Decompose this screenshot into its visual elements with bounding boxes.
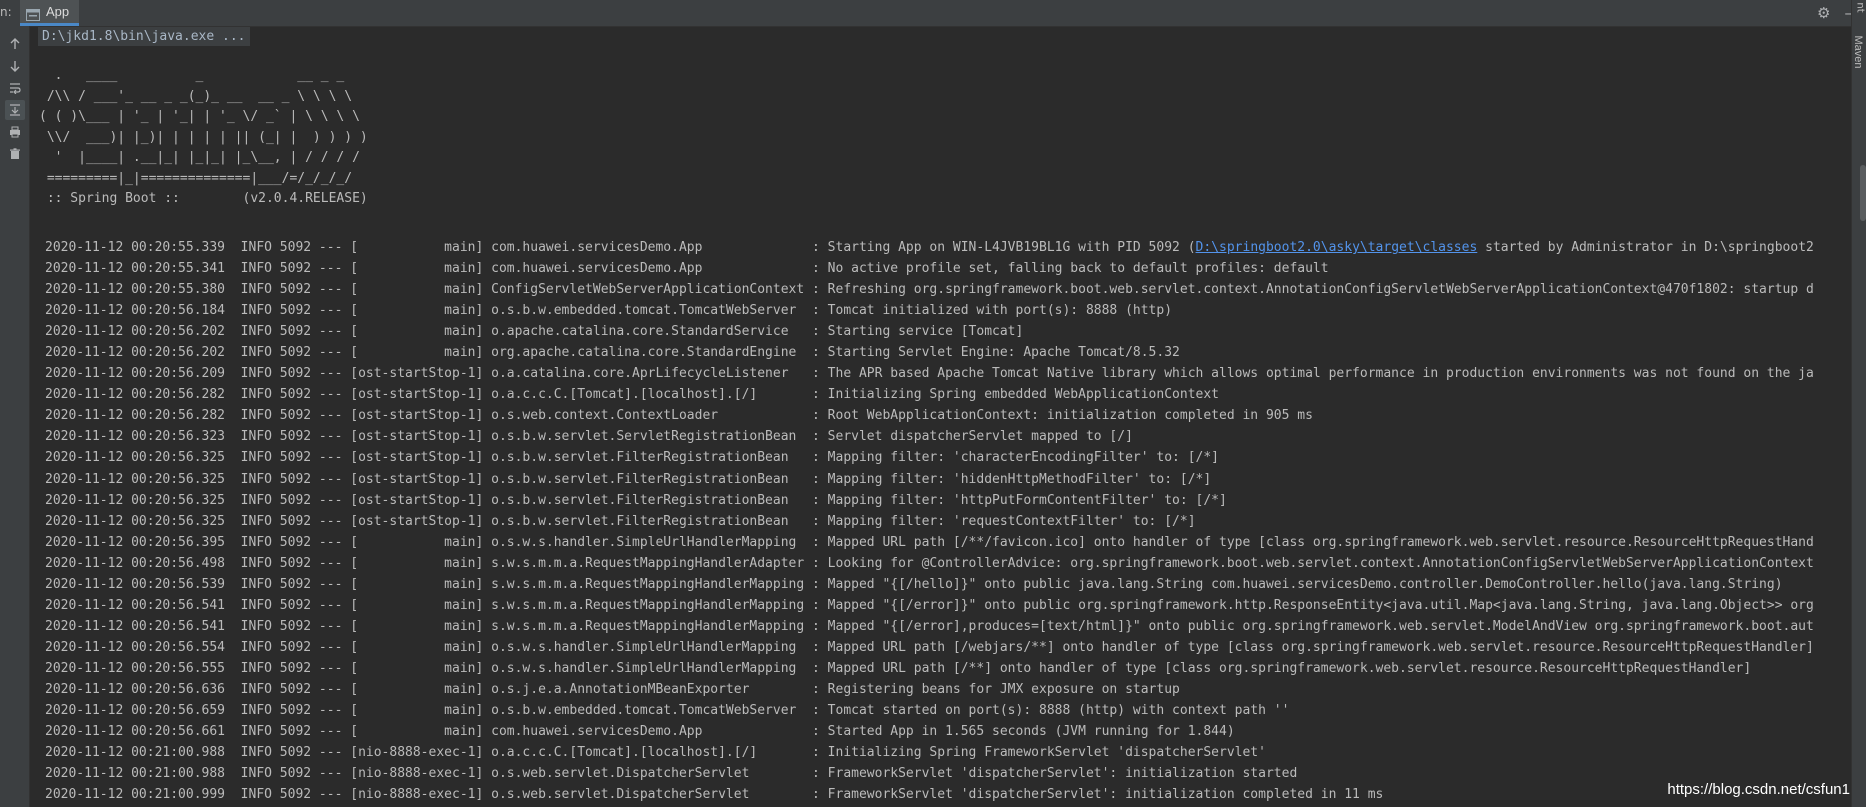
tab-app[interactable]: App (20, 0, 80, 26)
up-arrow-icon[interactable] (5, 34, 25, 54)
soft-wrap-icon[interactable] (5, 78, 25, 98)
log-text: 2020-11-12 00:21:00.988 INFO 5092 --- [n… (45, 745, 1266, 761)
right-top-label: nt (1854, 2, 1866, 13)
log-text: 2020-11-12 00:21:00.988 INFO 5092 --- [n… (45, 766, 1298, 782)
log-line: 2020-11-12 00:21:00.988 INFO 5092 --- [n… (45, 742, 1814, 763)
log-line: 2020-11-12 00:20:56.282 INFO 5092 --- [o… (45, 384, 1814, 405)
log-text: 2020-11-12 00:20:56.184 INFO 5092 --- [ … (45, 303, 1173, 319)
log-line: 2020-11-12 00:20:56.555 INFO 5092 --- [ … (45, 658, 1814, 679)
log-text-tail: started by Administrator in D:\springboo… (1477, 240, 1814, 255)
maven-tool-button[interactable]: Maven (1852, 32, 1864, 72)
log-text: 2020-11-12 00:20:56.325 INFO 5092 --- [o… (45, 492, 1227, 508)
application-icon (26, 6, 40, 21)
log-line: 2020-11-12 00:20:56.541 INFO 5092 --- [ … (45, 595, 1814, 616)
log-line: 2020-11-12 00:21:00.999 INFO 5092 --- [n… (45, 784, 1814, 805)
log-line: 2020-11-12 00:20:56.184 INFO 5092 --- [ … (45, 300, 1814, 321)
log-line: 2020-11-12 00:20:56.539 INFO 5092 --- [ … (45, 574, 1814, 595)
run-tool-window: n: App ⚙ – D:\jkd1.8\bin\java.exe ... . … (0, 0, 1866, 807)
log-text: 2020-11-12 00:20:56.323 INFO 5092 --- [o… (45, 429, 1133, 445)
right-tool-strip: nt Maven (1851, 0, 1866, 807)
print-icon[interactable] (5, 122, 25, 142)
watermark: https://blog.csdn.net/csfun1 (1667, 781, 1850, 798)
log-line: 2020-11-12 00:20:56.541 INFO 5092 --- [ … (45, 616, 1814, 637)
tab-label: App (46, 4, 70, 19)
log-text: 2020-11-12 00:20:56.282 INFO 5092 --- [o… (45, 387, 1219, 403)
console-toolbar (0, 26, 30, 807)
log-line: 2020-11-12 00:20:56.202 INFO 5092 --- [ … (45, 342, 1814, 363)
log-line: 2020-11-12 00:20:56.202 INFO 5092 --- [ … (45, 321, 1814, 342)
tool-window-actions: ⚙ – (1817, 4, 1852, 22)
log-text: 2020-11-12 00:20:56.541 INFO 5092 --- [ … (45, 618, 1814, 634)
log-text: 2020-11-12 00:20:56.554 INFO 5092 --- [ … (45, 639, 1814, 655)
log-text: 2020-11-12 00:20:56.395 INFO 5092 --- [ … (45, 534, 1814, 550)
log-text: 2020-11-12 00:20:55.339 INFO 5092 --- [ … (45, 240, 1196, 255)
log-text: 2020-11-12 00:20:56.325 INFO 5092 --- [o… (45, 471, 1212, 487)
log-text: 2020-11-12 00:20:56.202 INFO 5092 --- [ … (45, 324, 1024, 340)
spring-boot-banner: . ____ _ __ _ _ /\\ / ___'_ __ _ _(_)_ _… (39, 68, 368, 206)
scrollbar-thumb[interactable] (1860, 165, 1866, 221)
log-line: 2020-11-12 00:20:56.659 INFO 5092 --- [ … (45, 700, 1814, 721)
console-output[interactable]: D:\jkd1.8\bin\java.exe ... . ____ _ __ _… (30, 26, 1852, 807)
classpath-link[interactable]: D:\springboot2.0\asky\target\classes (1196, 240, 1478, 255)
log-line: 2020-11-12 00:20:56.395 INFO 5092 --- [ … (45, 532, 1814, 553)
log-line: 2020-11-12 00:20:56.323 INFO 5092 --- [o… (45, 426, 1814, 447)
log-line: 2020-11-12 00:20:56.325 INFO 5092 --- [o… (45, 469, 1814, 490)
scroll-to-end-icon[interactable] (5, 100, 25, 120)
log-line: 2020-11-12 00:21:00.988 INFO 5092 --- [n… (45, 763, 1814, 784)
log-text: 2020-11-12 00:20:56.636 INFO 5092 --- [ … (45, 681, 1180, 697)
log-line: 2020-11-12 00:20:55.380 INFO 5092 --- [ … (45, 279, 1814, 300)
log-line: 2020-11-12 00:20:56.661 INFO 5092 --- [ … (45, 721, 1814, 742)
log-text: 2020-11-12 00:20:56.659 INFO 5092 --- [ … (45, 703, 1290, 719)
log-text: 2020-11-12 00:20:56.498 INFO 5092 --- [ … (45, 555, 1814, 571)
left-mark: n: (0, 5, 12, 19)
log-line: 2020-11-12 00:20:55.341 INFO 5092 --- [ … (45, 258, 1814, 279)
log-line: 2020-11-12 00:20:56.498 INFO 5092 --- [ … (45, 553, 1814, 574)
log-line: 2020-11-12 00:20:56.325 INFO 5092 --- [o… (45, 447, 1814, 468)
log-text: 2020-11-12 00:20:56.325 INFO 5092 --- [o… (45, 513, 1196, 529)
log-list: 2020-11-12 00:20:55.339 INFO 5092 --- [ … (45, 237, 1814, 805)
gear-icon[interactable]: ⚙ (1817, 4, 1830, 22)
log-text: 2020-11-12 00:20:56.282 INFO 5092 --- [o… (45, 408, 1313, 424)
trash-icon[interactable] (5, 144, 25, 164)
log-text: 2020-11-12 00:20:56.541 INFO 5092 --- [ … (45, 597, 1814, 613)
command-line: D:\jkd1.8\bin\java.exe ... (38, 27, 250, 46)
down-arrow-icon[interactable] (5, 56, 25, 76)
log-text: 2020-11-12 00:20:55.341 INFO 5092 --- [ … (45, 261, 1329, 277)
log-text: 2020-11-12 00:21:00.999 INFO 5092 --- [n… (45, 787, 1384, 803)
log-text: 2020-11-12 00:20:56.202 INFO 5092 --- [ … (45, 345, 1180, 361)
log-text: 2020-11-12 00:20:56.539 INFO 5092 --- [ … (45, 576, 1783, 592)
log-line: 2020-11-12 00:20:55.339 INFO 5092 --- [ … (45, 237, 1814, 258)
log-line: 2020-11-12 00:20:56.209 INFO 5092 --- [o… (45, 363, 1814, 384)
log-text: 2020-11-12 00:20:56.661 INFO 5092 --- [ … (45, 724, 1235, 740)
log-text: 2020-11-12 00:20:56.325 INFO 5092 --- [o… (45, 450, 1219, 466)
log-text: 2020-11-12 00:20:56.555 INFO 5092 --- [ … (45, 660, 1752, 676)
log-line: 2020-11-12 00:20:56.282 INFO 5092 --- [o… (45, 405, 1814, 426)
log-line: 2020-11-12 00:20:56.325 INFO 5092 --- [o… (45, 490, 1814, 511)
log-text: 2020-11-12 00:20:56.209 INFO 5092 --- [o… (45, 366, 1814, 382)
run-tab-bar: n: App ⚙ – (0, 0, 1866, 27)
log-text: 2020-11-12 00:20:55.380 INFO 5092 --- [ … (45, 282, 1814, 298)
log-line: 2020-11-12 00:20:56.636 INFO 5092 --- [ … (45, 679, 1814, 700)
log-line: 2020-11-12 00:20:56.554 INFO 5092 --- [ … (45, 637, 1814, 658)
log-line: 2020-11-12 00:20:56.325 INFO 5092 --- [o… (45, 511, 1814, 532)
